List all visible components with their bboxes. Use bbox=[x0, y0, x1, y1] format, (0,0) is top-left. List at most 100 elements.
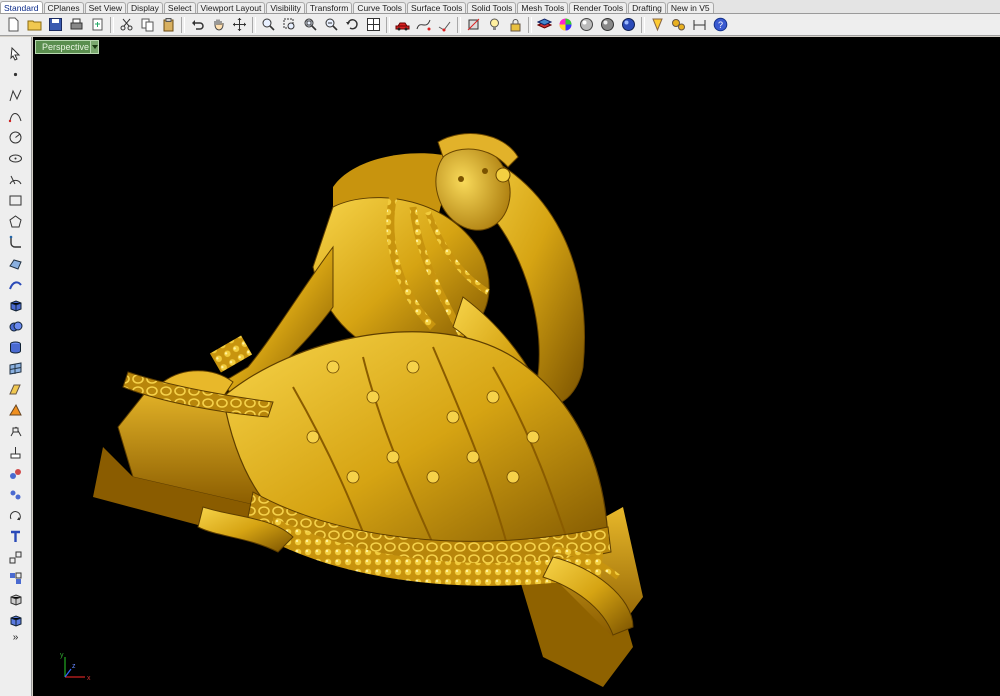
scale-tool-button[interactable] bbox=[3, 547, 29, 568]
text-icon bbox=[11, 530, 20, 542]
tab-select[interactable]: Select bbox=[163, 2, 196, 13]
four-viewports-button[interactable] bbox=[363, 15, 384, 35]
cylinder-tool-button[interactable] bbox=[3, 337, 29, 358]
boolean-union-tool-button[interactable] bbox=[3, 316, 29, 337]
block-tool-button[interactable] bbox=[3, 568, 29, 589]
paint-cone-button[interactable] bbox=[647, 15, 668, 35]
svg-text:?: ? bbox=[718, 20, 723, 30]
copy-button[interactable] bbox=[137, 15, 158, 35]
polyline-tool-button[interactable] bbox=[3, 85, 29, 106]
viewport-menu-dropdown-icon[interactable] bbox=[90, 40, 99, 54]
transform-tool-button[interactable] bbox=[3, 379, 29, 400]
render-sphere-icon bbox=[601, 18, 614, 31]
zoom-extents-button[interactable] bbox=[300, 15, 321, 35]
rectangle-tool-button[interactable] bbox=[3, 190, 29, 211]
fillet-tool-button[interactable] bbox=[3, 232, 29, 253]
extrude-icon bbox=[10, 447, 21, 459]
dimension-button[interactable] bbox=[689, 15, 710, 35]
tab-drafting[interactable]: Drafting bbox=[628, 2, 666, 13]
zoom-in-button[interactable] bbox=[258, 15, 279, 35]
text-tool-button[interactable] bbox=[3, 526, 29, 547]
toolbar-tab-strip: Standard CPlanes Set View Display Select View… bbox=[0, 0, 1000, 14]
blue-sphere-button[interactable] bbox=[618, 15, 639, 35]
3d-model-render[interactable] bbox=[33, 37, 1000, 696]
select-curve-icon bbox=[416, 19, 431, 31]
tab-display[interactable]: Display bbox=[127, 2, 163, 13]
toolbar-overflow-button[interactable]: » bbox=[13, 631, 19, 645]
join-tool-button[interactable] bbox=[3, 484, 29, 505]
tab-cplanes[interactable]: CPlanes bbox=[43, 2, 84, 13]
new-file-button[interactable] bbox=[3, 15, 24, 35]
tab-standard[interactable]: Standard bbox=[0, 1, 43, 13]
rotate-view-button[interactable] bbox=[342, 15, 363, 35]
material-sphere-button[interactable] bbox=[576, 15, 597, 35]
shade-cube-tool-button[interactable] bbox=[3, 589, 29, 610]
select-arrow-icon bbox=[10, 46, 21, 61]
group-tool-button[interactable] bbox=[3, 463, 29, 484]
tab-render-tools[interactable]: Render Tools bbox=[569, 2, 628, 13]
cut-button[interactable] bbox=[116, 15, 137, 35]
lock-button[interactable] bbox=[505, 15, 526, 35]
move-icon bbox=[233, 18, 246, 31]
move-button[interactable] bbox=[229, 15, 250, 35]
polygon-tool-button[interactable] bbox=[3, 211, 29, 232]
tab-mesh-tools[interactable]: Mesh Tools bbox=[517, 2, 569, 13]
box-solid-tool-button[interactable] bbox=[3, 295, 29, 316]
toolbar-separator bbox=[252, 16, 256, 33]
tab-curve-tools[interactable]: Curve Tools bbox=[353, 2, 407, 13]
sweep-tool-button[interactable] bbox=[3, 274, 29, 295]
open-folder-button[interactable] bbox=[24, 15, 45, 35]
rotate-tool-button[interactable] bbox=[3, 505, 29, 526]
tab-new-in-v5[interactable]: New in V5 bbox=[666, 2, 714, 13]
mesh-tool-button[interactable] bbox=[3, 358, 29, 379]
save-button[interactable] bbox=[45, 15, 66, 35]
color-wheel-button[interactable] bbox=[555, 15, 576, 35]
pan-hand-button[interactable] bbox=[208, 15, 229, 35]
paste-button[interactable] bbox=[158, 15, 179, 35]
import-button[interactable] bbox=[87, 15, 108, 35]
tab-transform[interactable]: Transform bbox=[305, 2, 353, 13]
toolbar-separator bbox=[110, 16, 114, 33]
arc-tool-button[interactable] bbox=[3, 169, 29, 190]
hide-object-button[interactable] bbox=[463, 15, 484, 35]
light-bulb-icon bbox=[490, 18, 499, 30]
light-bulb-button[interactable] bbox=[484, 15, 505, 35]
tab-visibility[interactable]: Visibility bbox=[266, 2, 305, 13]
render-cube-tool-button[interactable] bbox=[3, 610, 29, 631]
tab-viewport-layout[interactable]: Viewport Layout bbox=[196, 2, 266, 13]
zoom-window-button[interactable] bbox=[279, 15, 300, 35]
zoom-in-icon bbox=[262, 18, 275, 31]
array-tool-button[interactable] bbox=[3, 400, 29, 421]
print-button[interactable] bbox=[66, 15, 87, 35]
select-point-icon bbox=[438, 21, 451, 32]
render-sphere-button[interactable] bbox=[597, 15, 618, 35]
hide-object-icon bbox=[467, 18, 480, 31]
circle-tool-button[interactable] bbox=[3, 127, 29, 148]
select-curve-button[interactable] bbox=[413, 15, 434, 35]
move-tool-tool-button[interactable] bbox=[3, 421, 29, 442]
layer-button[interactable] bbox=[534, 15, 555, 35]
fillet-icon bbox=[9, 235, 21, 248]
tab-set-view[interactable]: Set View bbox=[84, 2, 127, 13]
ellipse-tool-button[interactable] bbox=[3, 148, 29, 169]
axis-y-label: y bbox=[60, 652, 64, 659]
perspective-viewport[interactable]: Perspective x y z bbox=[33, 37, 1000, 696]
tab-surface-tools[interactable]: Surface Tools bbox=[407, 2, 467, 13]
new-file-icon bbox=[8, 17, 19, 32]
lock-icon bbox=[510, 19, 521, 32]
curve-tool-button[interactable] bbox=[3, 106, 29, 127]
tab-solid-tools[interactable]: Solid Tools bbox=[467, 2, 517, 13]
select-arrow-tool-button[interactable] bbox=[3, 43, 29, 64]
surface-tool-button[interactable] bbox=[3, 253, 29, 274]
help-button[interactable]: ? bbox=[710, 15, 731, 35]
zoom-selected-button[interactable] bbox=[321, 15, 342, 35]
settings-gears-button[interactable] bbox=[668, 15, 689, 35]
block-icon bbox=[10, 572, 22, 584]
select-point-button[interactable] bbox=[434, 15, 455, 35]
transform-icon bbox=[9, 384, 21, 395]
car-button[interactable] bbox=[392, 15, 413, 35]
layer-icon bbox=[537, 18, 552, 29]
extrude-tool-button[interactable] bbox=[3, 442, 29, 463]
point-tool-button[interactable] bbox=[3, 64, 29, 85]
undo-button[interactable] bbox=[187, 15, 208, 35]
